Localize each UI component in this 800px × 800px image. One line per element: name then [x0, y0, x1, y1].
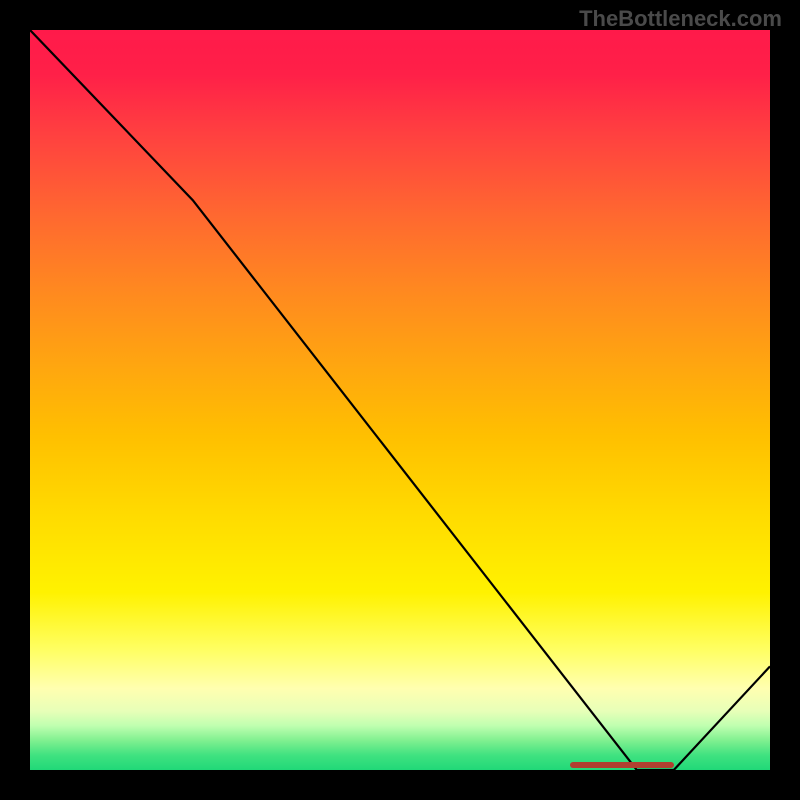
bottleneck-curve — [30, 30, 770, 770]
curve-path — [30, 30, 770, 770]
chart-plot-area — [30, 30, 770, 770]
watermark-text: TheBottleneck.com — [579, 6, 782, 32]
optimal-range-marker — [570, 762, 674, 768]
